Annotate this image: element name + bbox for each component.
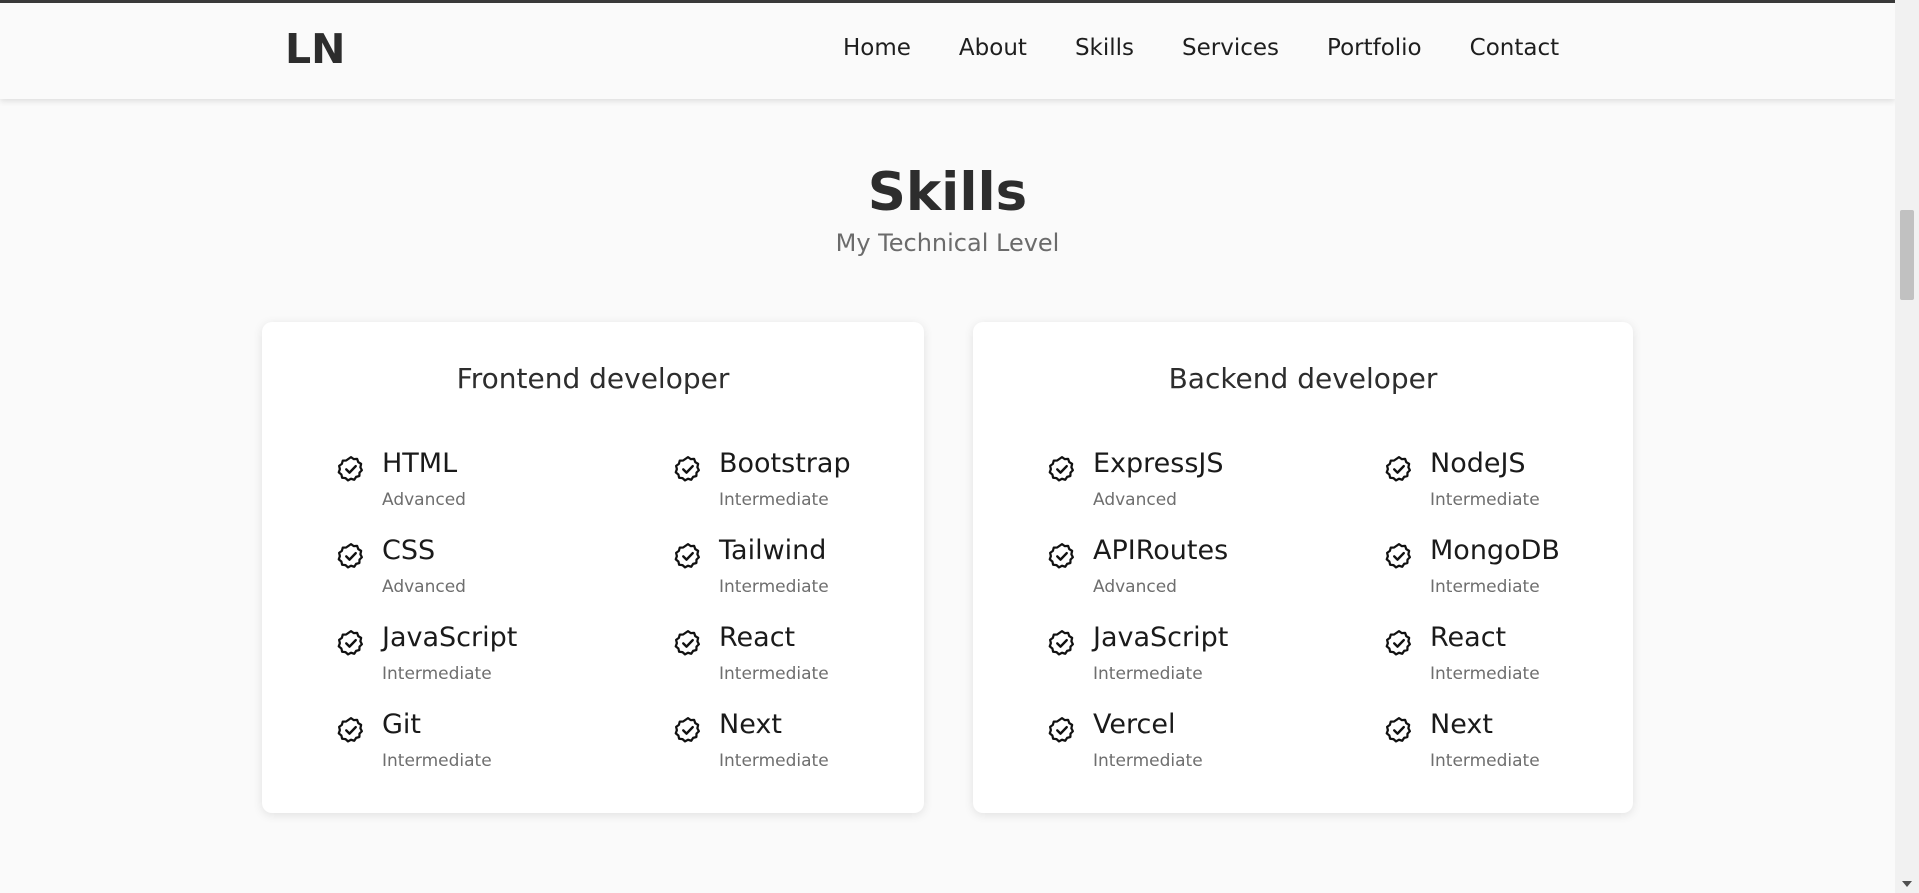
skill-level: Intermediate [382,751,492,771]
badge-check-icon [337,456,363,482]
nav-services[interactable]: Services [1182,35,1279,61]
skill-name: JavaScript [382,622,518,653]
skill-level: Advanced [382,577,466,597]
card-title: Frontend developer [456,362,730,395]
skill-name: Vercel [1093,709,1176,740]
skill-name: Git [382,709,422,740]
skills-grid: ExpressJS Advanced NodeJS Intermediate APIRo… [1047,448,1607,796]
skill-level: Intermediate [719,751,829,771]
page: LN Home About Skills Services Portfolio … [0,0,1895,893]
badge-check-icon [674,456,700,482]
skill-item: React Intermediate [673,622,896,709]
skill-name: ExpressJS [1093,448,1224,479]
skill-level: Advanced [1093,577,1177,597]
skill-item: MongoDB Intermediate [1384,535,1607,622]
skill-level: Intermediate [1430,664,1540,684]
skill-level: Intermediate [1430,577,1540,597]
skill-level: Intermediate [1430,490,1540,510]
skill-item: Tailwind Intermediate [673,535,896,622]
badge-check-icon [1048,543,1074,569]
badge-check-icon [674,717,700,743]
scroll-down-arrow-icon[interactable] [1902,881,1912,887]
skill-level: Intermediate [719,490,829,510]
skill-level: Advanced [1093,490,1177,510]
skill-name: Next [1430,709,1493,740]
skill-item: Next Intermediate [673,709,896,796]
nav-home[interactable]: Home [843,35,911,61]
badge-check-icon [337,543,363,569]
logo[interactable]: LN [285,25,345,73]
skill-name: APIRoutes [1093,535,1229,566]
skill-level: Intermediate [1430,751,1540,771]
skill-item: HTML Advanced [336,448,673,535]
nav-skills[interactable]: Skills [1075,35,1134,61]
frontend-card: Frontend developer HTML Advanced Bootstrap… [262,322,924,813]
skill-name: Tailwind [719,535,827,566]
skill-name: HTML [382,448,458,479]
badge-check-icon [674,630,700,656]
nav-contact[interactable]: Contact [1470,35,1559,61]
backend-card: Backend developer ExpressJS Advanced NodeJ… [973,322,1633,813]
badge-check-icon [1048,717,1074,743]
skill-item: Bootstrap Intermediate [673,448,896,535]
skill-item: JavaScript Intermediate [1047,622,1384,709]
badge-check-icon [1048,456,1074,482]
scrollbar-thumb[interactable] [1900,210,1914,300]
skill-name: MongoDB [1430,535,1560,566]
section-subtitle: My Technical Level [835,229,1060,257]
section-title: Skills [867,162,1028,223]
site-header: LN Home About Skills Services Portfolio … [0,3,1895,99]
skill-level: Intermediate [719,664,829,684]
skill-item: NodeJS Intermediate [1384,448,1607,535]
skill-name: Bootstrap [719,448,851,479]
card-title: Backend developer [1168,362,1438,395]
skill-level: Intermediate [1093,751,1203,771]
skill-level: Advanced [382,490,466,510]
badge-check-icon [1048,630,1074,656]
skill-name: React [719,622,796,653]
skill-name: JavaScript [1093,622,1229,653]
nav-about[interactable]: About [959,35,1027,61]
skill-level: Intermediate [1093,664,1203,684]
skill-item: ExpressJS Advanced [1047,448,1384,535]
main-nav: Home About Skills Services Portfolio Con… [843,35,1559,61]
badge-check-icon [1385,456,1411,482]
skill-name: React [1430,622,1507,653]
skills-grid: HTML Advanced Bootstrap Intermediate CSS Adva… [336,448,896,796]
skill-item: APIRoutes Advanced [1047,535,1384,622]
skill-item: React Intermediate [1384,622,1607,709]
skill-item: CSS Advanced [336,535,673,622]
badge-check-icon [1385,543,1411,569]
nav-portfolio[interactable]: Portfolio [1327,35,1422,61]
skill-name: NodeJS [1430,448,1526,479]
skill-level: Intermediate [719,577,829,597]
badge-check-icon [1385,717,1411,743]
badge-check-icon [674,543,700,569]
badge-check-icon [337,630,363,656]
skill-item: Vercel Intermediate [1047,709,1384,796]
badge-check-icon [1385,630,1411,656]
skill-item: Git Intermediate [336,709,673,796]
badge-check-icon [337,717,363,743]
skill-name: Next [719,709,782,740]
skill-item: Next Intermediate [1384,709,1607,796]
skill-item: JavaScript Intermediate [336,622,673,709]
skill-level: Intermediate [382,664,492,684]
vertical-scrollbar[interactable] [1895,0,1919,893]
skill-name: CSS [382,535,436,566]
